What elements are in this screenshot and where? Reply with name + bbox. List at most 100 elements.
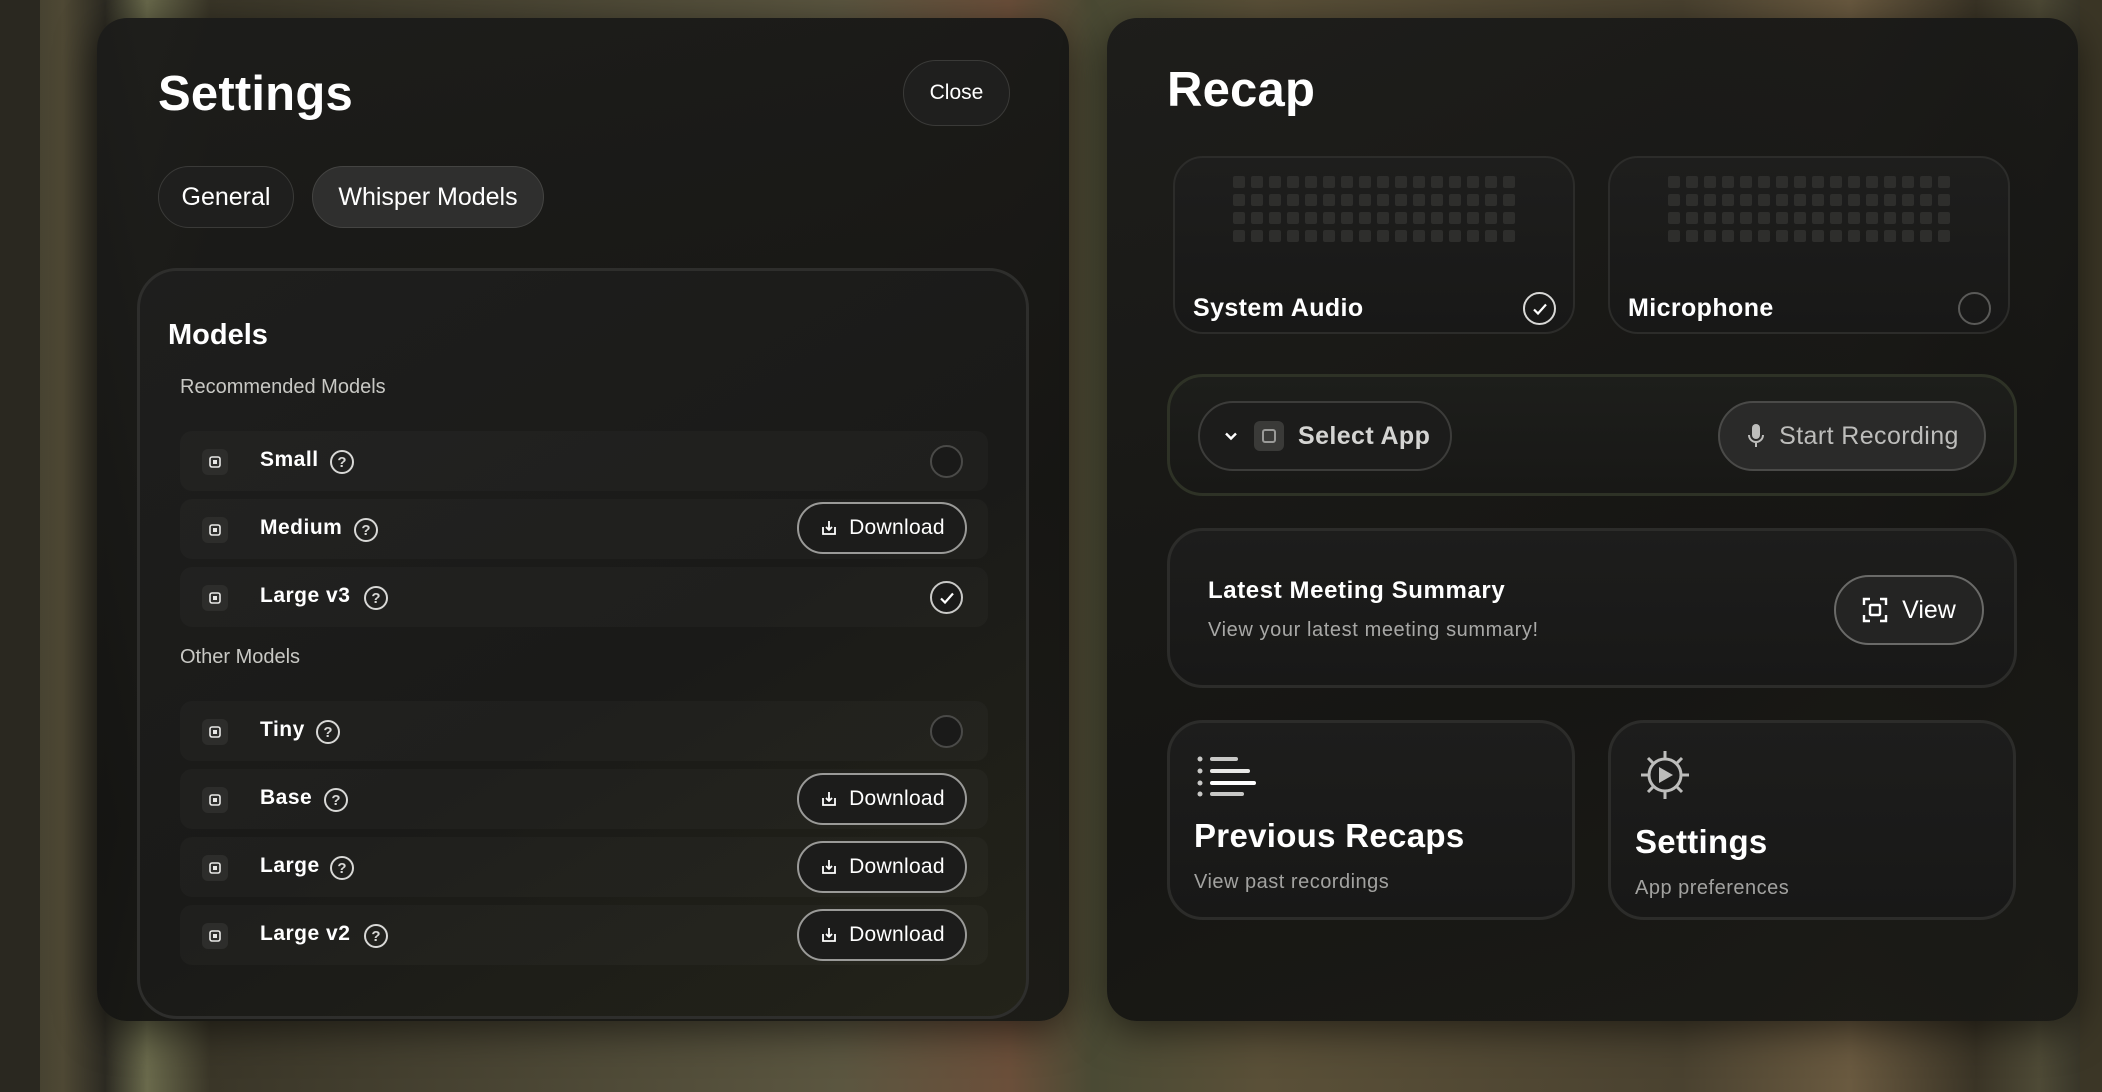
models-title: Models <box>168 319 268 351</box>
visualizer-dot <box>1503 194 1515 206</box>
visualizer-dot <box>1920 212 1932 224</box>
visualizer-dot <box>1395 194 1407 206</box>
background-tree <box>0 0 40 1092</box>
visualizer-dot <box>1377 176 1389 188</box>
chip-icon <box>202 787 228 813</box>
model-select-radio[interactable] <box>930 445 963 478</box>
visualizer-dot <box>1830 194 1842 206</box>
visualizer-dot <box>1323 194 1335 206</box>
download-button[interactable]: Download <box>797 909 967 961</box>
visualizer-dot <box>1395 176 1407 188</box>
app-square-icon <box>1254 421 1284 451</box>
help-icon[interactable]: ? <box>364 924 388 948</box>
help-icon[interactable]: ? <box>354 518 378 542</box>
tab-general[interactable]: General <box>158 166 294 228</box>
visualizer-dot <box>1305 212 1317 224</box>
visualizer-dot <box>1251 176 1263 188</box>
visualizer-dot <box>1794 230 1806 242</box>
visualizer-dot <box>1704 212 1716 224</box>
help-icon[interactable]: ? <box>316 720 340 744</box>
visualizer-dot <box>1287 194 1299 206</box>
visualizer-dot <box>1758 212 1770 224</box>
download-button[interactable]: Download <box>797 841 967 893</box>
visualizer-dot <box>1251 212 1263 224</box>
download-label: Download <box>849 923 945 946</box>
model-name: Large v3 <box>260 584 351 607</box>
previous-recaps-card[interactable]: Previous Recaps View past recordings <box>1167 720 1575 920</box>
help-icon[interactable]: ? <box>330 856 354 880</box>
visualizer-dot <box>1902 212 1914 224</box>
visualizer-dot <box>1323 176 1335 188</box>
visualizer-dot <box>1740 194 1752 206</box>
help-icon[interactable]: ? <box>324 788 348 812</box>
visualizer-dot <box>1377 230 1389 242</box>
visualizer-dot <box>1395 212 1407 224</box>
summary-title: Latest Meeting Summary <box>1208 577 1506 604</box>
visualizer-dot <box>1866 194 1878 206</box>
visualizer-dot <box>1686 194 1698 206</box>
visualizer-dot <box>1794 194 1806 206</box>
recommended-models-label: Recommended Models <box>180 376 386 398</box>
model-row-large-v3[interactable]: Large v3 ? <box>180 567 988 627</box>
help-icon[interactable]: ? <box>364 586 388 610</box>
download-button[interactable]: Download <box>797 773 967 825</box>
download-button[interactable]: Download <box>797 502 967 554</box>
visualizer-dot <box>1794 212 1806 224</box>
visualizer-dot <box>1431 212 1443 224</box>
visualizer-dot <box>1485 176 1497 188</box>
visualizer-dot <box>1722 230 1734 242</box>
select-app-dropdown[interactable]: Select App <box>1198 401 1452 471</box>
model-row-small[interactable]: Small ? <box>180 431 988 491</box>
model-row-tiny[interactable]: Tiny ? <box>180 701 988 761</box>
visualizer-dot <box>1848 176 1860 188</box>
model-name: Large <box>260 854 320 877</box>
visualizer-dot <box>1704 194 1716 206</box>
model-select-radio-checked[interactable] <box>930 581 963 614</box>
visualizer-dot <box>1722 176 1734 188</box>
view-summary-button[interactable]: View <box>1834 575 1984 645</box>
visualizer-dot <box>1722 194 1734 206</box>
visualizer-dot <box>1485 212 1497 224</box>
chip-icon <box>202 855 228 881</box>
visualizer-dot <box>1305 194 1317 206</box>
source-card-microphone[interactable]: Microphone <box>1608 156 2010 334</box>
visualizer-dot <box>1269 176 1281 188</box>
visualizer-dot <box>1305 230 1317 242</box>
models-section: Models Recommended Models Small ? Medium… <box>137 268 1029 1019</box>
visualizer-dot <box>1776 212 1788 224</box>
source-checkbox-checked[interactable] <box>1523 292 1556 325</box>
close-button[interactable]: Close <box>903 60 1010 126</box>
visualizer-dot <box>1413 194 1425 206</box>
chip-icon <box>202 923 228 949</box>
visualizer-dot <box>1449 194 1461 206</box>
source-label: System Audio <box>1193 294 1364 322</box>
help-icon[interactable]: ? <box>330 450 354 474</box>
visualizer-dot <box>1413 230 1425 242</box>
visualizer-dot <box>1287 212 1299 224</box>
visualizer-dot <box>1938 194 1950 206</box>
model-row-large-v2: Large v2 ? Download <box>180 905 988 965</box>
model-name: Base <box>260 786 313 809</box>
visualizer-dot <box>1359 176 1371 188</box>
visualizer-dot <box>1740 230 1752 242</box>
visualizer-dot <box>1938 230 1950 242</box>
visualizer-dot <box>1668 230 1680 242</box>
start-recording-label: Start Recording <box>1779 421 1959 450</box>
visualizer-dot <box>1848 212 1860 224</box>
start-recording-button[interactable]: Start Recording <box>1718 401 1986 471</box>
source-checkbox[interactable] <box>1958 292 1991 325</box>
previous-recaps-subtitle: View past recordings <box>1194 871 1390 893</box>
visualizer-dot <box>1722 212 1734 224</box>
visualizer-dot <box>1812 176 1824 188</box>
visualizer-dot <box>1686 212 1698 224</box>
model-name: Medium <box>260 516 343 539</box>
model-name: Tiny <box>260 718 305 741</box>
visualizer-dot <box>1467 176 1479 188</box>
source-card-system-audio[interactable]: System Audio <box>1173 156 1575 334</box>
download-label: Download <box>849 855 945 878</box>
visualizer-dot <box>1776 176 1788 188</box>
model-select-radio[interactable] <box>930 715 963 748</box>
tab-whisper-models[interactable]: Whisper Models <box>312 166 544 228</box>
visualizer-dot <box>1233 212 1245 224</box>
settings-card[interactable]: Settings App preferences <box>1608 720 2016 920</box>
